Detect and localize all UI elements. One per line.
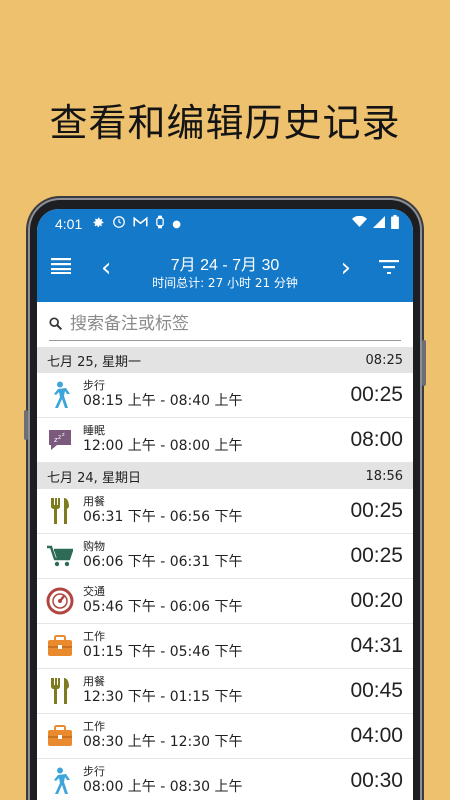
phone-frame: 4:01 ● ‹ 7月 24 - 7月 30 时间总计: 27 小时 21 分钟… xyxy=(24,200,426,800)
entry-time-range: 08:00 上午 - 08:30 上午 xyxy=(83,779,243,796)
search-icon xyxy=(49,315,63,334)
promo-headline: 查看和编辑历史记录 xyxy=(49,101,401,145)
phone-volume-button xyxy=(422,340,426,386)
day-header: 七月 24, 星期日 18:56 xyxy=(37,463,413,489)
entry-category: 用餐 xyxy=(83,675,105,689)
svg-text:z: z xyxy=(62,432,65,438)
list-item[interactable]: zzz 睡眠 12:00 上午 - 08:00 上午 08:00 xyxy=(37,418,413,463)
entry-time-range: 12:30 下午 - 01:15 下午 xyxy=(83,689,243,706)
entry-duration: 00:20 xyxy=(350,589,403,612)
svg-text:z: z xyxy=(58,434,61,441)
entry-time-range: 12:00 上午 - 08:00 上午 xyxy=(83,438,243,455)
next-week-button[interactable]: › xyxy=(341,253,351,283)
list-item[interactable]: 工作 01:15 下午 - 05:46 下午 04:31 xyxy=(37,624,413,669)
entry-category: 工作 xyxy=(83,720,105,734)
sleep-icon: zzz xyxy=(37,428,83,452)
list-item[interactable]: 用餐 06:31 下午 - 06:56 下午 00:25 xyxy=(37,489,413,534)
settings-icon xyxy=(92,216,105,233)
clock-icon xyxy=(112,215,126,233)
shopping-cart-icon xyxy=(37,545,83,567)
notification-dot-icon: ● xyxy=(172,218,181,230)
briefcase-icon xyxy=(37,725,83,747)
previous-week-button[interactable]: ‹ xyxy=(101,253,111,283)
mail-icon xyxy=(133,216,148,232)
day-total: 18:56 xyxy=(365,468,403,484)
entry-duration: 04:31 xyxy=(350,634,403,657)
list-item[interactable]: 购物 06:06 下午 - 06:31 下午 00:25 xyxy=(37,534,413,579)
day-label: 七月 24, 星期日 xyxy=(47,470,141,486)
phone-side-button xyxy=(24,410,28,440)
battery-icon xyxy=(391,215,399,233)
status-time: 4:01 xyxy=(55,216,83,232)
transport-icon xyxy=(37,587,83,615)
status-bar: 4:01 ● xyxy=(37,209,413,239)
app-bar: 4:01 ● ‹ 7月 24 - 7月 30 时间总计: 27 小时 21 分钟… xyxy=(37,209,413,302)
entry-category: 工作 xyxy=(83,630,105,644)
date-range-title: 7月 24 - 7月 30 xyxy=(170,257,280,274)
list-item[interactable]: 步行 08:00 上午 - 08:30 上午 00:30 xyxy=(37,759,413,800)
walking-icon xyxy=(37,381,83,409)
toolbar: ‹ 7月 24 - 7月 30 时间总计: 27 小时 21 分钟 › xyxy=(37,239,413,302)
list-item[interactable]: 工作 08:30 上午 - 12:30 下午 04:00 xyxy=(37,714,413,759)
entry-duration: 08:00 xyxy=(350,428,403,451)
list-item[interactable]: 步行 08:15 上午 - 08:40 上午 00:25 xyxy=(37,373,413,418)
entry-time-range: 08:30 上午 - 12:30 下午 xyxy=(83,734,243,751)
entry-duration: 04:00 xyxy=(350,724,403,747)
entry-duration: 00:30 xyxy=(350,769,403,792)
briefcase-icon xyxy=(37,635,83,657)
day-label: 七月 25, 星期一 xyxy=(47,354,141,370)
app-screen: 4:01 ● ‹ 7月 24 - 7月 30 时间总计: 27 小时 21 分钟… xyxy=(37,209,413,800)
entry-duration: 00:25 xyxy=(350,499,403,522)
entry-duration: 00:45 xyxy=(350,679,403,702)
entry-time-range: 05:46 下午 - 06:06 下午 xyxy=(83,599,243,616)
signal-icon xyxy=(373,216,385,232)
search-bar xyxy=(37,302,413,347)
entry-category: 步行 xyxy=(83,765,105,779)
list-item[interactable]: 用餐 12:30 下午 - 01:15 下午 00:45 xyxy=(37,669,413,714)
day-header: 七月 25, 星期一 08:25 xyxy=(37,347,413,373)
meal-icon xyxy=(37,677,83,705)
entry-category: 交通 xyxy=(83,585,105,599)
entry-time-range: 06:31 下午 - 06:56 下午 xyxy=(83,509,243,526)
entry-duration: 00:25 xyxy=(350,544,403,567)
menu-icon[interactable] xyxy=(51,258,71,278)
meal-icon xyxy=(37,497,83,525)
wifi-icon xyxy=(352,215,367,232)
entry-time-range: 06:06 下午 - 06:31 下午 xyxy=(83,554,243,571)
entry-category: 睡眠 xyxy=(83,424,105,438)
entry-time-range: 08:15 上午 - 08:40 上午 xyxy=(83,393,243,410)
day-total: 08:25 xyxy=(365,352,403,368)
entry-time-range: 01:15 下午 - 05:46 下午 xyxy=(83,644,243,661)
entry-category: 购物 xyxy=(83,540,105,554)
watch-icon xyxy=(155,215,165,233)
search-input[interactable] xyxy=(70,314,401,334)
entry-category: 步行 xyxy=(83,379,105,393)
filter-icon[interactable] xyxy=(379,259,399,278)
walking-icon xyxy=(37,767,83,795)
total-time-summary: 时间总计: 27 小时 21 分钟 xyxy=(152,276,298,290)
list-item[interactable]: 交通 05:46 下午 - 06:06 下午 00:20 xyxy=(37,579,413,624)
entry-category: 用餐 xyxy=(83,495,105,509)
entry-duration: 00:25 xyxy=(350,383,403,406)
